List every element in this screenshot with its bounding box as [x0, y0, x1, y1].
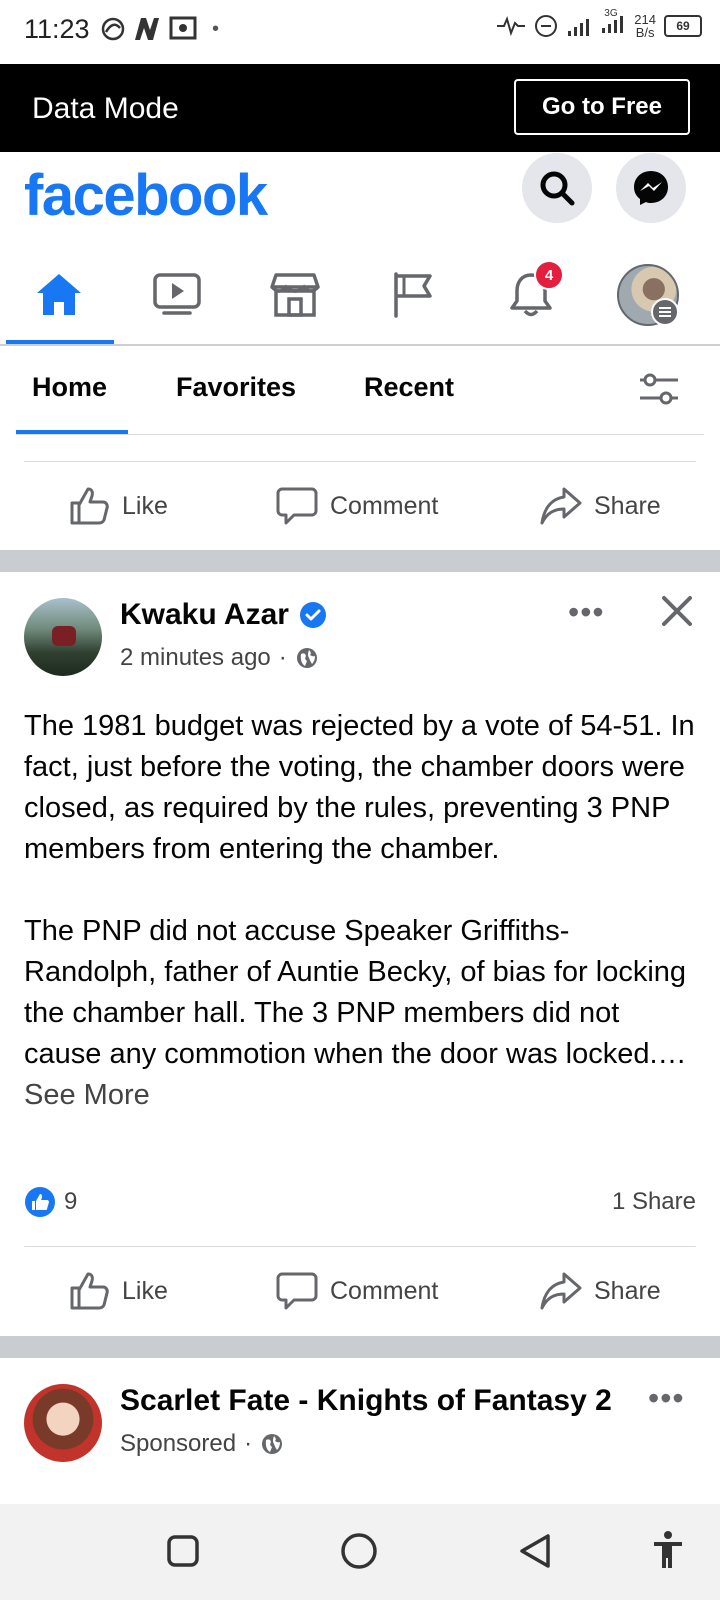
tabs-divider	[16, 434, 704, 435]
sponsored-meta: Sponsored ·	[120, 1430, 284, 1458]
tab-recent[interactable]: Recent	[364, 372, 454, 403]
profile-menu-icon	[617, 264, 679, 326]
status-time: 11:23	[24, 14, 90, 44]
feed-separator	[0, 550, 720, 572]
go-to-free-button[interactable]: Go to Free	[514, 79, 690, 135]
share-label: Share	[594, 1276, 661, 1305]
pages-flag-icon	[394, 272, 432, 318]
battery-icon: 69	[664, 14, 702, 37]
sponsor-avatar[interactable]	[24, 1384, 102, 1462]
facebook-logo[interactable]: facebook	[24, 162, 268, 229]
nav-video[interactable]	[122, 252, 232, 336]
post-divider	[24, 461, 696, 462]
n-app-icon	[135, 18, 159, 40]
nav-profile-menu[interactable]	[592, 252, 702, 336]
meta-separator: ·	[244, 1430, 253, 1457]
post-meta: 2 minutes ago ·	[120, 644, 319, 672]
marketplace-icon	[270, 273, 320, 317]
post-body: The 1981 budget was rejected by a vote o…	[24, 706, 700, 1116]
public-globe-icon	[262, 1434, 283, 1454]
feed-filter-button[interactable]	[638, 372, 680, 411]
search-button[interactable]	[522, 153, 592, 223]
sponsored-more-options-icon[interactable]: •••	[648, 1380, 685, 1417]
nav-pages[interactable]	[358, 252, 468, 336]
share-count[interactable]: 1 Share	[612, 1188, 696, 1216]
video-icon	[153, 273, 201, 315]
more-notifications-dot: •	[212, 17, 220, 40]
reaction-summary[interactable]: 9	[24, 1186, 77, 1218]
like-reaction-icon	[25, 1187, 55, 1217]
cable-car-image	[52, 626, 76, 646]
like-icon	[70, 487, 109, 525]
nav-home[interactable]	[4, 252, 114, 336]
home-button[interactable]	[340, 1532, 378, 1575]
nav-divider	[0, 344, 720, 346]
public-globe-icon	[296, 648, 317, 668]
post-timestamp[interactable]: 2 minutes ago	[120, 644, 271, 672]
status-notification-icons: •	[100, 16, 219, 42]
like-button[interactable]: Like	[68, 485, 168, 527]
feed-separator	[0, 1336, 720, 1358]
like-icon	[70, 1272, 109, 1310]
comment-label: Comment	[330, 1276, 439, 1305]
nav-notifications[interactable]	[476, 252, 586, 336]
comment-label: Comment	[330, 491, 439, 520]
meta-separator: ·	[278, 644, 287, 671]
hide-post-button[interactable]	[660, 594, 694, 633]
share-icon	[540, 487, 582, 525]
tab-home[interactable]: Home	[32, 372, 107, 403]
comment-icon	[276, 487, 318, 525]
data-mode-title: Data Mode	[32, 92, 179, 125]
comment-button[interactable]: Comment	[276, 1270, 438, 1312]
back-triangle-icon	[520, 1534, 550, 1568]
home-icon	[37, 274, 81, 315]
recent-apps-button[interactable]	[166, 1534, 200, 1573]
menu-hamburger-icon	[651, 298, 679, 326]
author-avatar[interactable]	[24, 598, 102, 676]
see-more-link[interactable]: See More	[24, 1079, 150, 1111]
like-label: Like	[122, 491, 168, 520]
share-icon	[540, 1272, 582, 1310]
signal-icon	[568, 18, 590, 36]
reaction-count: 9	[64, 1188, 78, 1215]
back-button[interactable]	[518, 1532, 554, 1575]
accessibility-icon	[654, 1531, 682, 1568]
sponsored-author-name[interactable]: Scarlet Fate - Knights of Fantasy 2	[120, 1384, 612, 1418]
accessibility-button[interactable]	[650, 1530, 686, 1575]
filter-settings-icon	[640, 373, 678, 405]
post-author-name[interactable]: Kwaku Azar	[120, 598, 289, 632]
home-circle-icon	[341, 1533, 377, 1569]
like-button[interactable]: Like	[68, 1270, 168, 1312]
app-notification-icon	[101, 17, 125, 41]
search-icon	[540, 171, 575, 206]
post-divider	[24, 1246, 696, 1247]
share-button[interactable]: Share	[540, 485, 661, 527]
tab-favorites[interactable]: Favorites	[176, 372, 296, 403]
activity-icon	[497, 15, 526, 36]
messenger-icon	[634, 171, 668, 205]
signal-3g-icon: 3G	[600, 8, 626, 39]
image-notification-icon	[169, 16, 197, 40]
comment-button[interactable]: Comment	[276, 485, 438, 527]
recent-apps-icon	[167, 1535, 199, 1567]
messenger-button[interactable]	[616, 153, 686, 223]
sponsored-label[interactable]: Sponsored	[120, 1430, 236, 1458]
network-speed: 214 B/s	[634, 11, 656, 40]
nav-marketplace[interactable]	[240, 252, 350, 336]
share-button[interactable]: Share	[540, 1270, 661, 1312]
notification-badge: 4	[534, 260, 564, 290]
close-icon	[662, 596, 692, 626]
post-more-options-icon[interactable]: •••	[568, 594, 605, 631]
status-system-icons: 3G 214 B/s 69	[496, 8, 702, 40]
like-label: Like	[122, 1276, 168, 1305]
comment-icon	[276, 1272, 318, 1310]
share-label: Share	[594, 491, 661, 520]
do-not-disturb-icon	[535, 14, 558, 37]
post-text: The 1981 budget was rejected by a vote o…	[24, 710, 695, 1070]
verified-badge-icon	[299, 602, 326, 628]
